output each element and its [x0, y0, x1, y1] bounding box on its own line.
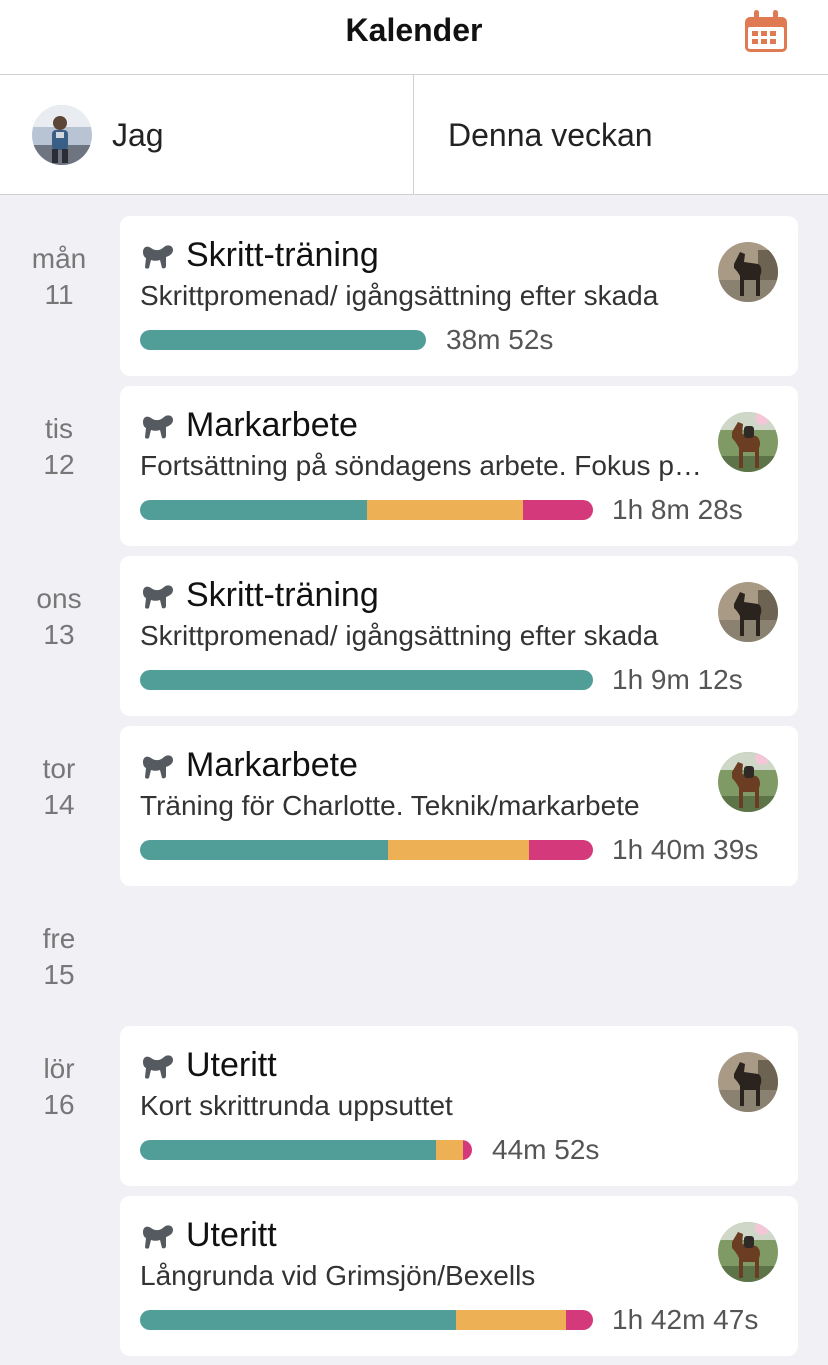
saddle-icon	[143, 415, 173, 439]
session-card[interactable]: Markarbete Fortsättning på söndagens arb…	[120, 386, 798, 546]
date-label: 15	[43, 959, 75, 990]
weekday-label: lör	[43, 1053, 75, 1084]
horse-avatar	[718, 752, 778, 812]
user-avatar	[32, 105, 92, 165]
session-duration: 44m 52s	[492, 1134, 600, 1165]
session-title: Skritt-träning	[186, 236, 379, 274]
trot-segment	[387, 840, 529, 860]
gait-bar	[140, 500, 593, 520]
session-title: Markarbete	[186, 406, 358, 444]
walk-segment	[140, 500, 367, 520]
gait-bar	[140, 1310, 593, 1330]
session-card[interactable]: Uteritt Kort skrittrunda uppsuttet 44m 5…	[120, 1026, 798, 1186]
saddle-icon	[143, 1225, 173, 1249]
user-filter-button[interactable]: Jag	[0, 75, 414, 195]
session-description: Långrunda vid Grimsjön/Bexells	[140, 1260, 536, 1291]
day-label: mån 11	[0, 241, 118, 313]
canter-segment	[528, 840, 593, 860]
walk-segment	[140, 330, 426, 350]
date-label: 16	[43, 1089, 75, 1120]
navigation-bar: Kalender	[0, 0, 828, 75]
saddle-icon	[143, 755, 173, 779]
user-filter-label: Jag	[112, 117, 164, 153]
weekday-label: ons	[36, 583, 82, 614]
session-title: Markarbete	[186, 746, 358, 784]
walk-segment	[140, 670, 593, 690]
canter-segment	[522, 500, 593, 520]
session-description: Fortsättning på söndagens arbete. Fokus …	[140, 450, 710, 481]
session-duration: 1h 42m 47s	[612, 1304, 759, 1335]
day-label: lör 16	[0, 1051, 118, 1123]
gait-bar	[140, 330, 426, 350]
horse-avatar	[718, 412, 778, 472]
day-label: ons 13	[0, 581, 118, 653]
saddle-icon	[143, 1055, 173, 1079]
horse-avatar	[718, 1052, 778, 1112]
session-title: Uteritt	[186, 1046, 277, 1084]
session-description: Träning för Charlotte. Teknik/markarbete	[140, 790, 640, 821]
horse-avatar	[718, 242, 778, 302]
day-label: tor 14	[0, 751, 118, 823]
horse-avatar	[718, 1222, 778, 1282]
weekday-label: tis	[45, 413, 73, 444]
weekday-label: fre	[42, 923, 76, 954]
date-label: 11	[44, 279, 74, 310]
date-label: 14	[43, 789, 75, 820]
saddle-icon	[143, 585, 173, 609]
saddle-icon	[143, 245, 173, 269]
session-duration: 1h 40m 39s	[612, 834, 759, 865]
canter-segment	[565, 1310, 593, 1330]
weekday-label: tor	[42, 753, 76, 784]
session-card[interactable]: Uteritt Långrunda vid Grimsjön/Bexells 1…	[120, 1196, 798, 1356]
page-title: Kalender	[345, 12, 483, 48]
weekday-label: mån	[31, 243, 87, 274]
session-duration: 1h 8m 28s	[612, 494, 743, 525]
filter-bar: Jag Denna veckan	[0, 75, 828, 195]
date-label: 12	[43, 449, 75, 480]
walk-segment	[140, 1140, 437, 1160]
period-filter-button[interactable]: Denna veckan	[448, 117, 653, 154]
gait-bar	[140, 840, 593, 860]
day-label: fre 15	[0, 921, 118, 993]
date-label: 13	[43, 619, 75, 650]
session-description: Skrittpromenad/ igångsättning efter skad…	[140, 620, 659, 651]
day-label: tis 12	[0, 411, 118, 483]
session-title: Uteritt	[186, 1216, 277, 1254]
session-card[interactable]: Skritt-träning Skrittpromenad/ igångsätt…	[120, 216, 798, 376]
horse-avatar	[718, 582, 778, 642]
session-description: Kort skrittrunda uppsuttet	[140, 1090, 453, 1121]
session-card[interactable]: Skritt-träning Skrittpromenad/ igångsätt…	[120, 556, 798, 716]
session-duration: 38m 52s	[446, 324, 554, 355]
gait-bar	[140, 1140, 472, 1160]
calendar-icon[interactable]	[742, 8, 790, 54]
canter-segment	[463, 1140, 472, 1160]
trot-segment	[366, 500, 523, 520]
session-card[interactable]: Markarbete Träning för Charlotte. Teknik…	[120, 726, 798, 886]
session-title: Skritt-träning	[186, 576, 379, 614]
walk-segment	[140, 1310, 456, 1330]
walk-segment	[140, 840, 388, 860]
session-description: Skrittpromenad/ igångsättning efter skad…	[140, 280, 659, 311]
trot-segment	[436, 1140, 464, 1160]
session-duration: 1h 9m 12s	[612, 664, 743, 695]
trot-segment	[455, 1310, 566, 1330]
gait-bar	[140, 670, 593, 690]
